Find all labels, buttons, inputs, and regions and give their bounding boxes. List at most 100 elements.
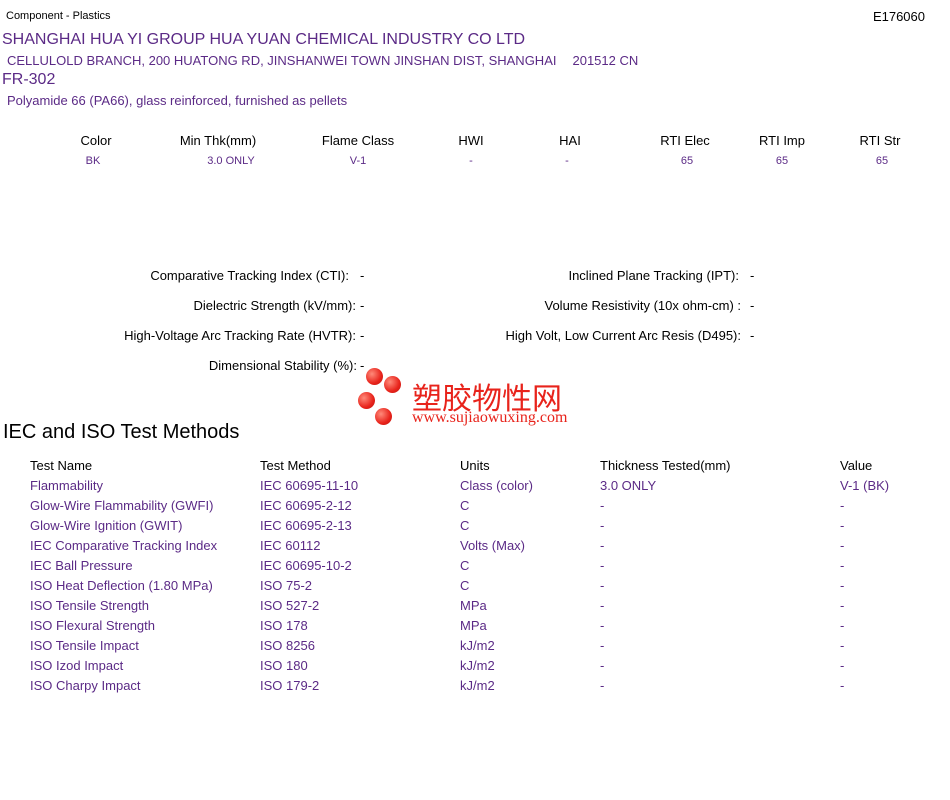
file-number: E176060 [872, 9, 925, 24]
iec-cell-test-name: ISO Tensile Impact [30, 638, 139, 653]
rating-value-min-thk: 3.0 ONLY [207, 155, 255, 167]
iec-cell-test-name: Glow-Wire Ignition (GWIT) [30, 518, 183, 533]
iec-cell-test-method: ISO 75-2 [260, 578, 313, 593]
iec-cell-test-method: ISO 180 [260, 658, 308, 673]
iec-cell-units: C [460, 518, 470, 533]
iec-cell-thickness: 3.0 ONLY [600, 478, 657, 493]
hvtr-label: High-Voltage Arc Tracking Rate (HVTR): [124, 328, 356, 343]
category-label: Component - Plastics [6, 10, 111, 22]
rating-value-color: BK [85, 155, 101, 167]
iec-cell-units: Volts (Max) [460, 538, 526, 553]
iec-cell-test-method: ISO 178 [260, 618, 308, 633]
rating-value-rti-str: 65 [875, 155, 889, 167]
cti-label: Comparative Tracking Index (CTI): [150, 268, 349, 283]
iec-header-value: Value [840, 458, 873, 473]
table-row: ISO Charpy Impact ISO 179-2 kJ/m2 - - [0, 678, 950, 698]
table-row: IEC Ball Pressure IEC 60695-10-2 C - - [0, 558, 950, 578]
iec-cell-thickness: - [600, 538, 605, 553]
iec-cell-value: - [840, 538, 845, 553]
iec-cell-thickness: - [600, 638, 605, 653]
iec-cell-value: - [840, 678, 845, 693]
watermark-dot [366, 368, 383, 385]
iec-cell-test-name: ISO Tensile Strength [30, 598, 149, 613]
product-description: Polyamide 66 (PA66), glass reinforced, f… [7, 93, 348, 108]
company-address: CELLULOLD BRANCH, 200 HUATONG RD, JINSHA… [7, 53, 638, 68]
hvtr-value: - [360, 328, 365, 343]
iec-cell-thickness: - [600, 518, 605, 533]
postal-code: 201512 CN [572, 53, 639, 68]
table-row: ISO Tensile Impact ISO 8256 kJ/m2 - - [0, 638, 950, 658]
table-row: ISO Flexural Strength ISO 178 MPa - - [0, 618, 950, 638]
volume-resistivity-label: Volume Resistivity (10x ohm-cm) : [544, 298, 742, 313]
iec-cell-value: - [840, 518, 845, 533]
iec-header-thickness: Thickness Tested(mm) [600, 458, 731, 473]
table-row: Flammability IEC 60695-11-10 Class (color)… [0, 478, 950, 498]
table-row: ISO Izod Impact ISO 180 kJ/m2 - - [0, 658, 950, 678]
iec-cell-test-name: Glow-Wire Flammability (GWFI) [30, 498, 214, 513]
iec-section-title: IEC and ISO Test Methods [3, 421, 240, 443]
rating-header-rti-str: RTI Str [859, 133, 901, 148]
iec-header-units: Units [460, 458, 490, 473]
iec-cell-test-name: IEC Ball Pressure [30, 558, 133, 573]
iec-cell-test-name: ISO Heat Deflection (1.80 MPa) [30, 578, 213, 593]
iec-cell-value: - [840, 558, 845, 573]
rating-header-hai: HAI [559, 133, 581, 148]
iec-cell-units: kJ/m2 [460, 678, 495, 693]
watermark-dot [375, 408, 392, 425]
iec-cell-test-method: IEC 60695-2-13 [260, 518, 352, 533]
iec-cell-units: C [460, 578, 470, 593]
dimensional-stability-label: Dimensional Stability (%): [208, 358, 357, 373]
d495-label: High Volt, Low Current Arc Resis (D495): [505, 328, 741, 343]
iec-cell-test-method: IEC 60695-11-10 [260, 478, 359, 493]
iec-cell-value: - [840, 498, 845, 513]
address-line: CELLULOLD BRANCH, 200 HUATONG RD, JINSHA… [7, 53, 557, 68]
iec-cell-thickness: - [600, 578, 605, 593]
iec-cell-units: MPa [460, 618, 487, 633]
iec-cell-value: - [840, 658, 845, 673]
iec-cell-test-name: IEC Comparative Tracking Index [30, 538, 218, 553]
dielectric-label: Dielectric Strength (kV/mm): [193, 298, 356, 313]
iec-cell-test-method: IEC 60112 [260, 538, 321, 553]
iec-cell-thickness: - [600, 598, 605, 613]
iec-cell-test-method: IEC 60695-2-12 [260, 498, 352, 513]
iec-cell-thickness: - [600, 498, 605, 513]
watermark-dot [384, 376, 401, 393]
iec-cell-units: C [460, 498, 470, 513]
ipt-label: Inclined Plane Tracking (IPT): [568, 268, 739, 283]
iec-cell-test-method: ISO 527-2 [260, 598, 320, 613]
watermark-dot [358, 392, 375, 409]
iec-cell-value: V-1 (BK) [840, 478, 890, 493]
iec-cell-value: - [840, 638, 845, 653]
iec-cell-test-name: Flammability [30, 478, 103, 493]
d495-value: - [750, 328, 755, 343]
table-row: ISO Tensile Strength ISO 527-2 MPa - - [0, 598, 950, 618]
iec-cell-test-method: ISO 8256 [260, 638, 315, 653]
table-row: Glow-Wire Ignition (GWIT) IEC 60695-2-13 C… [0, 518, 950, 538]
cti-value: - [360, 268, 365, 283]
product-grade: FR-302 [2, 71, 56, 88]
iec-header-test-name: Test Name [30, 458, 93, 473]
iec-cell-thickness: - [600, 618, 605, 633]
ipt-value: - [750, 268, 755, 283]
iec-cell-value: - [840, 618, 845, 633]
iec-cell-thickness: - [600, 658, 605, 673]
table-row: Glow-Wire Flammability (GWFI) IEC 60695-2… [0, 498, 950, 518]
iec-cell-units: MPa [460, 598, 487, 613]
iec-cell-value: - [840, 578, 845, 593]
dielectric-value: - [360, 298, 365, 313]
rating-header-flame-class: Flame Class [321, 133, 395, 148]
iec-cell-thickness: - [600, 558, 605, 573]
iec-cell-test-name: ISO Izod Impact [30, 658, 124, 673]
iec-cell-thickness: - [600, 678, 605, 693]
rating-value-flame-class: V-1 [349, 155, 367, 167]
company-name: SHANGHAI HUA YI GROUP HUA YUAN CHEMICAL … [2, 31, 526, 48]
iec-cell-units: kJ/m2 [460, 638, 495, 653]
iec-cell-units: Class (color) [460, 478, 533, 493]
volume-resistivity-value: - [750, 298, 755, 313]
iec-cell-test-method: ISO 179-2 [260, 678, 320, 693]
iec-cell-test-name: ISO Charpy Impact [30, 678, 141, 693]
iec-cell-test-method: IEC 60695-10-2 [260, 558, 352, 573]
iec-cell-units: C [460, 558, 470, 573]
iec-header-test-method: Test Method [260, 458, 331, 473]
dimensional-stability-value: - [360, 358, 365, 373]
